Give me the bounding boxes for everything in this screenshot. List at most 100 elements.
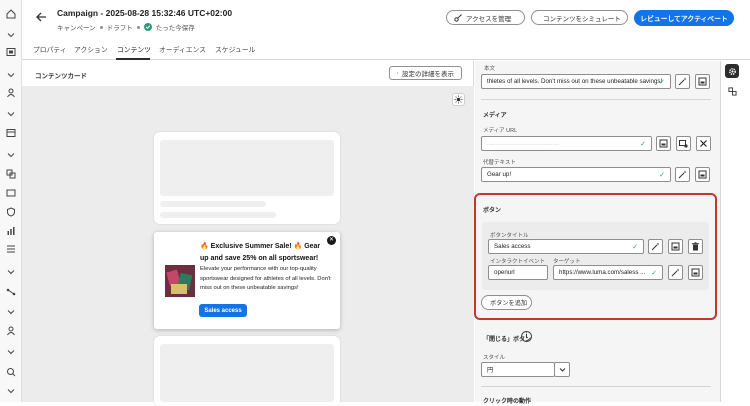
button-title-label: ボタンタイトル [490, 233, 529, 239]
divider [481, 386, 711, 387]
settings-search-icon[interactable] [5, 367, 17, 377]
remove-media-button[interactable] [696, 136, 711, 151]
skeleton-block [160, 140, 334, 196]
body-value: thletes of all levels. Don't miss out on… [487, 78, 663, 85]
alt-text-field[interactable]: Gear up! ✓ [481, 167, 671, 182]
style-dropdown-button[interactable] [554, 362, 570, 377]
left-rail [0, 0, 22, 402]
shield-icon[interactable] [5, 207, 17, 217]
journey-icon[interactable] [5, 287, 17, 297]
magic-wand-icon [651, 242, 660, 251]
content-icon[interactable] [5, 188, 17, 198]
chart-icon[interactable] [5, 226, 17, 236]
chevron-down-icon[interactable] [5, 109, 17, 119]
target-field[interactable]: https://www.luma.com/saless ... ✓ [553, 265, 663, 280]
insert-asset-button[interactable] [668, 239, 683, 254]
sun-icon[interactable] [452, 93, 465, 106]
insert-asset-button[interactable] [695, 167, 710, 182]
card-cta-button[interactable]: Sales access [199, 304, 247, 317]
media-url-label: メディア URL [483, 128, 518, 134]
style-select[interactable]: 円 [481, 362, 555, 377]
tab-audience[interactable]: オーディエンス [159, 44, 206, 54]
list-icon[interactable] [5, 244, 17, 254]
chevron-down-icon[interactable] [5, 347, 17, 357]
campaign-icon[interactable] [5, 47, 17, 57]
content-card-title: コンテンツカード [35, 73, 87, 80]
home-icon[interactable] [5, 9, 17, 19]
skeleton-block [160, 344, 334, 402]
style-value: 円 [487, 367, 494, 374]
chevron-down-icon[interactable] [5, 386, 17, 396]
chevron-down-icon[interactable] [5, 307, 17, 317]
magic-wand-icon [671, 268, 680, 277]
personalize-button[interactable] [675, 74, 690, 89]
tab-content[interactable]: コンテンツ [117, 44, 151, 54]
insert-asset-button[interactable] [656, 136, 671, 151]
interaction-select[interactable]: openurl [488, 265, 548, 280]
trash-icon [692, 242, 699, 251]
target-label: ターゲット [553, 259, 581, 265]
tab-properties[interactable]: プロパティ [33, 44, 67, 54]
card-headline: 🔥 Exclusive Summer Sale! 🔥 Gear up and s… [200, 243, 321, 262]
style-label: スタイル [483, 355, 506, 361]
valid-check-icon: ✓ [651, 270, 657, 277]
button-title-field[interactable]: Sales access ✓ [488, 239, 644, 254]
separator-dot [136, 25, 140, 29]
personalize-button[interactable] [648, 239, 663, 254]
user-icon[interactable] [5, 326, 17, 336]
card-image [165, 265, 195, 297]
valid-check-icon: ✓ [659, 172, 665, 179]
simulate-content-button[interactable]: コンテンツをシミュレート [531, 10, 628, 25]
chevron-down-icon[interactable] [5, 267, 17, 277]
button-title-value: Sales access [494, 243, 531, 250]
add-button-label: ボタンを追加 [490, 300, 528, 307]
alt-text-label: 代替テキスト [483, 160, 516, 166]
key-icon [454, 13, 462, 22]
magic-wand-icon [678, 77, 687, 86]
insert-asset-button[interactable] [688, 265, 703, 280]
tab-schedule[interactable]: スケジュール [215, 44, 255, 54]
valid-check-icon: ✓ [659, 79, 665, 86]
skeleton-line [160, 201, 266, 207]
page-title: Campaign - 2025-08-28 15:32:46 UTC+02:00 [57, 8, 233, 18]
asset-icon [698, 77, 707, 86]
info-icon[interactable]: i [521, 331, 532, 342]
insert-asset-button[interactable] [695, 74, 710, 89]
chevron-down-icon[interactable] [5, 150, 17, 160]
settings-panel-icon [397, 72, 398, 74]
layout-icon[interactable] [5, 128, 17, 138]
chevron-down-icon[interactable] [5, 70, 17, 80]
right-sidebar [720, 61, 750, 402]
personalize-button[interactable] [668, 265, 683, 280]
media-url-field[interactable]: ........................................… [481, 136, 652, 151]
target-value: https://www.luma.com/saless ... [559, 269, 646, 276]
assets-icon[interactable] [5, 169, 17, 179]
profile-icon[interactable] [5, 88, 17, 98]
gear-icon[interactable] [725, 64, 739, 78]
asset-icon [671, 242, 680, 251]
close-icon[interactable]: ✕ [327, 236, 336, 245]
card-body-text: Elevate your performance with our top-qu… [200, 266, 331, 291]
personalize-button[interactable] [675, 167, 690, 182]
manage-access-button[interactable]: アクセスを管理 [446, 10, 525, 25]
divider [481, 99, 711, 100]
image-settings-button[interactable] [676, 136, 691, 151]
close-icon [700, 140, 707, 147]
magic-wand-icon [678, 170, 687, 179]
separator-dot [99, 25, 103, 29]
chevron-down-icon [559, 368, 565, 372]
back-arrow-icon[interactable] [34, 10, 48, 24]
crumb-campaign[interactable]: キャンペーン [57, 22, 96, 32]
chevron-down-icon[interactable] [5, 30, 17, 40]
alt-text-value: Gear up! [487, 171, 512, 178]
delete-button[interactable] [688, 239, 703, 254]
layers-icon[interactable] [725, 84, 739, 98]
show-details-button[interactable]: 設定の詳細を表示 [389, 66, 462, 80]
body-field[interactable]: thletes of all levels. Don't miss out on… [481, 74, 671, 89]
review-activate-button[interactable]: レビューしてアクティベート [634, 10, 734, 26]
click-behavior-section-title: クリック時の動作 [483, 399, 532, 405]
tab-actions[interactable]: アクション [74, 44, 108, 54]
add-button-button[interactable]: ボタンを追加 [481, 295, 532, 310]
media-url-value: ........................................… [487, 140, 560, 147]
asset-icon [698, 170, 707, 179]
